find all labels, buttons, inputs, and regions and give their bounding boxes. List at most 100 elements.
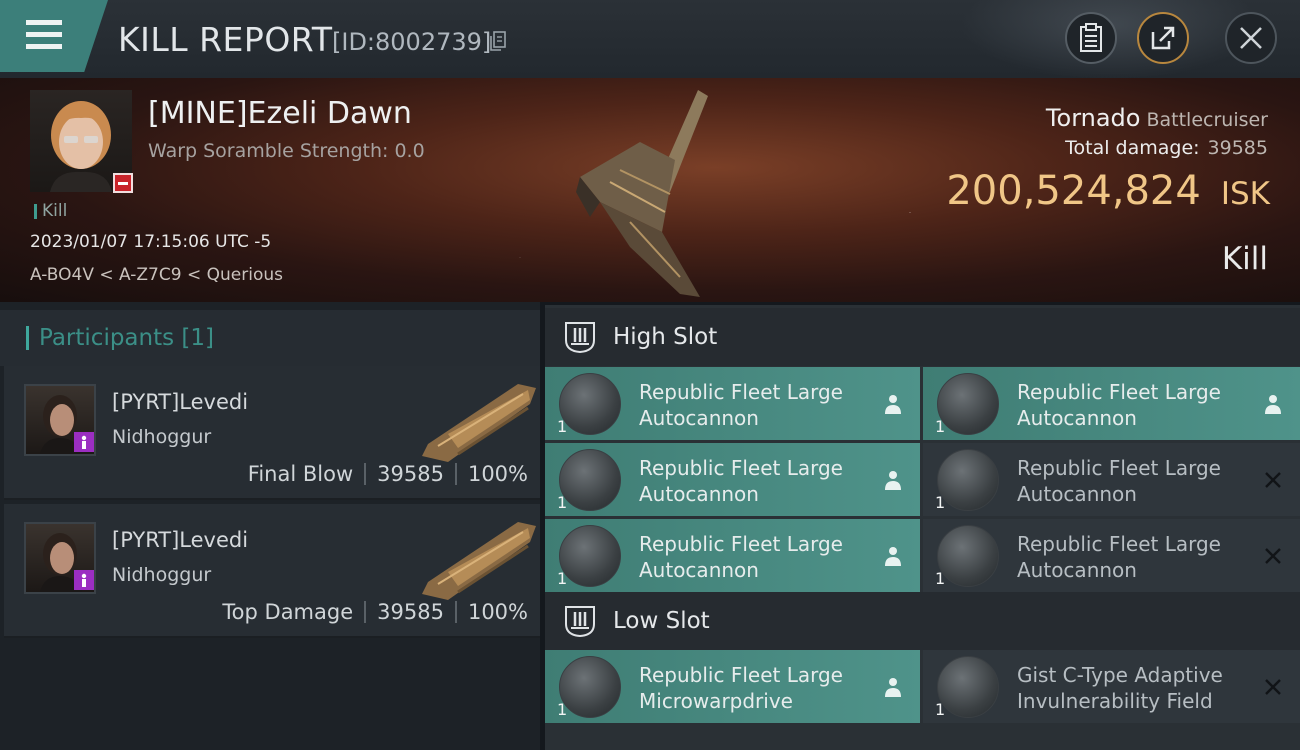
ship-name-label: Tornado xyxy=(1045,104,1141,132)
participant-name: [PYRT]Levedi xyxy=(112,390,249,414)
dropped-person-icon xyxy=(885,395,901,414)
ship-class-label: Battlecruiser xyxy=(1146,109,1268,131)
participant-row[interactable]: [PYRT]Levedi Nidhoggur Top Damage 39585 … xyxy=(4,504,540,638)
participant-name: [PYRT]Levedi xyxy=(112,528,249,552)
dropped-person-icon xyxy=(1265,395,1281,414)
page-title: KILL REPORT xyxy=(118,20,333,59)
total-damage-label: Total damage: xyxy=(1065,137,1200,159)
module-icon xyxy=(937,373,999,435)
kill-location[interactable]: A-BO4V < A-Z7C9 < Querious xyxy=(30,265,283,285)
participant-row[interactable]: [PYRT]Levedi Nidhoggur Final Blow 39585 … xyxy=(4,366,540,500)
module-item[interactable]: 1 Republic Fleet Large Autocannon xyxy=(545,443,920,516)
stats-divider xyxy=(454,601,457,623)
high-slot-label: High Slot xyxy=(613,324,718,350)
participants-accent xyxy=(26,326,29,350)
participant-percent: 100% xyxy=(467,462,528,486)
participant-damage: 39585 xyxy=(377,462,444,486)
close-icon xyxy=(1240,27,1262,49)
dropped-person-icon xyxy=(885,678,901,697)
module-item[interactable]: 1 Republic Fleet Large Autocannon xyxy=(545,367,920,440)
kill-tag: Kill xyxy=(34,201,67,221)
module-quantity: 1 xyxy=(557,493,568,512)
participants-title: Participants [1] xyxy=(39,325,214,351)
stats-divider xyxy=(364,463,367,485)
stats-divider xyxy=(454,463,457,485)
module-item[interactable]: 1 Gist C-Type Adaptive Invulnerability Fi… xyxy=(923,650,1300,723)
close-button[interactable] xyxy=(1225,12,1277,64)
module-icon xyxy=(937,449,999,511)
victim-ship-image[interactable] xyxy=(570,82,740,302)
module-item[interactable]: 1 Republic Fleet Large Autocannon xyxy=(923,519,1300,592)
total-damage: Total damage: 39585 xyxy=(1065,137,1268,159)
module-icon xyxy=(559,656,621,718)
module-quantity: 1 xyxy=(557,569,568,588)
share-icon xyxy=(1151,26,1175,50)
destroyed-x-icon xyxy=(1265,472,1281,488)
module-name: Republic Fleet Large Microwarpdrive xyxy=(639,663,843,713)
isk-value: 200,524,824 ISK xyxy=(946,168,1270,214)
destroyed-x-icon xyxy=(1265,548,1281,564)
participant-percent: 100% xyxy=(467,600,528,624)
module-icon xyxy=(937,525,999,587)
participant-ship-image[interactable] xyxy=(418,512,540,604)
menu-button[interactable] xyxy=(0,0,108,72)
low-slot-icon xyxy=(565,606,595,638)
top-bar: KILL REPORT [ID:8002739] xyxy=(0,0,1300,80)
warp-scramble-strength: Warp Soramble Strength: 0.0 xyxy=(148,140,425,162)
participants-header[interactable]: Participants [1] xyxy=(0,310,540,366)
module-icon xyxy=(559,373,621,435)
participant-role: Top Damage xyxy=(222,600,354,624)
module-quantity: 1 xyxy=(557,417,568,436)
module-name: Republic Fleet Large Autocannon xyxy=(1017,456,1221,506)
module-item[interactable]: 1 Republic Fleet Large Autocannon xyxy=(923,443,1300,516)
stats-divider xyxy=(364,601,367,623)
module-icon xyxy=(559,525,621,587)
module-item[interactable]: 1 Republic Fleet Large Autocannon xyxy=(545,519,920,592)
module-icon xyxy=(559,449,621,511)
kill-tag-label: Kill xyxy=(42,201,68,221)
person-badge-icon xyxy=(74,432,94,452)
kill-result: Kill xyxy=(1221,241,1268,277)
module-item[interactable]: 1 Republic Fleet Large Microwarpdrive xyxy=(545,650,920,723)
kill-tag-marker xyxy=(34,203,37,219)
share-button[interactable] xyxy=(1137,12,1189,64)
participant-ship-image[interactable] xyxy=(418,374,540,466)
isk-amount: 200,524,824 xyxy=(946,168,1201,214)
module-name: Gist C-Type Adaptive Invulnerability Fie… xyxy=(1017,663,1223,713)
module-name: Republic Fleet Large Autocannon xyxy=(639,380,843,430)
module-quantity: 1 xyxy=(935,493,946,512)
module-name: Republic Fleet Large Autocannon xyxy=(1017,380,1221,430)
module-quantity: 1 xyxy=(935,569,946,588)
module-quantity: 1 xyxy=(935,700,946,719)
dropped-person-icon xyxy=(885,547,901,566)
participants-panel: Participants [1] [PYRT]Levedi Nidhoggur … xyxy=(0,302,540,750)
participant-stats: Top Damage 39585 100% xyxy=(222,600,528,624)
clipboard-button[interactable] xyxy=(1065,12,1117,64)
participant-role: Final Blow xyxy=(247,462,354,486)
module-quantity: 1 xyxy=(557,700,568,719)
victim-status-badge xyxy=(113,173,133,193)
isk-unit: ISK xyxy=(1220,176,1270,212)
copy-icon[interactable] xyxy=(490,31,506,51)
victim-banner: [MINE]Ezeli Dawn Warp Soramble Strength:… xyxy=(0,78,1300,302)
fittings-panel: High Slot Low Slot 1 Republic Fleet Large… xyxy=(545,305,1300,750)
module-item[interactable]: 1 Republic Fleet Large Autocannon xyxy=(923,367,1300,440)
clipboard-icon xyxy=(1080,23,1102,52)
participant-ship: Nidhoggur xyxy=(112,426,212,448)
person-badge-icon xyxy=(74,570,94,590)
participant-stats: Final Blow 39585 100% xyxy=(248,462,528,486)
report-id: [ID:8002739] xyxy=(332,28,492,56)
high-slot-icon xyxy=(565,322,595,354)
participant-damage: 39585 xyxy=(377,600,444,624)
module-icon xyxy=(937,656,999,718)
kill-datetime: 2023/01/07 17:15:06 UTC -5 xyxy=(30,232,272,252)
module-quantity: 1 xyxy=(935,417,946,436)
low-slot-label: Low Slot xyxy=(613,608,710,634)
destroyed-x-icon xyxy=(1265,679,1281,695)
module-name: Republic Fleet Large Autocannon xyxy=(639,456,843,506)
low-slot-header: Low Slot xyxy=(545,592,1300,650)
victim-ship-name[interactable]: Tornado Battlecruiser xyxy=(1046,104,1268,132)
module-name: Republic Fleet Large Autocannon xyxy=(1017,532,1221,582)
module-name: Republic Fleet Large Autocannon xyxy=(639,532,843,582)
victim-name[interactable]: [MINE]Ezeli Dawn xyxy=(148,96,412,131)
